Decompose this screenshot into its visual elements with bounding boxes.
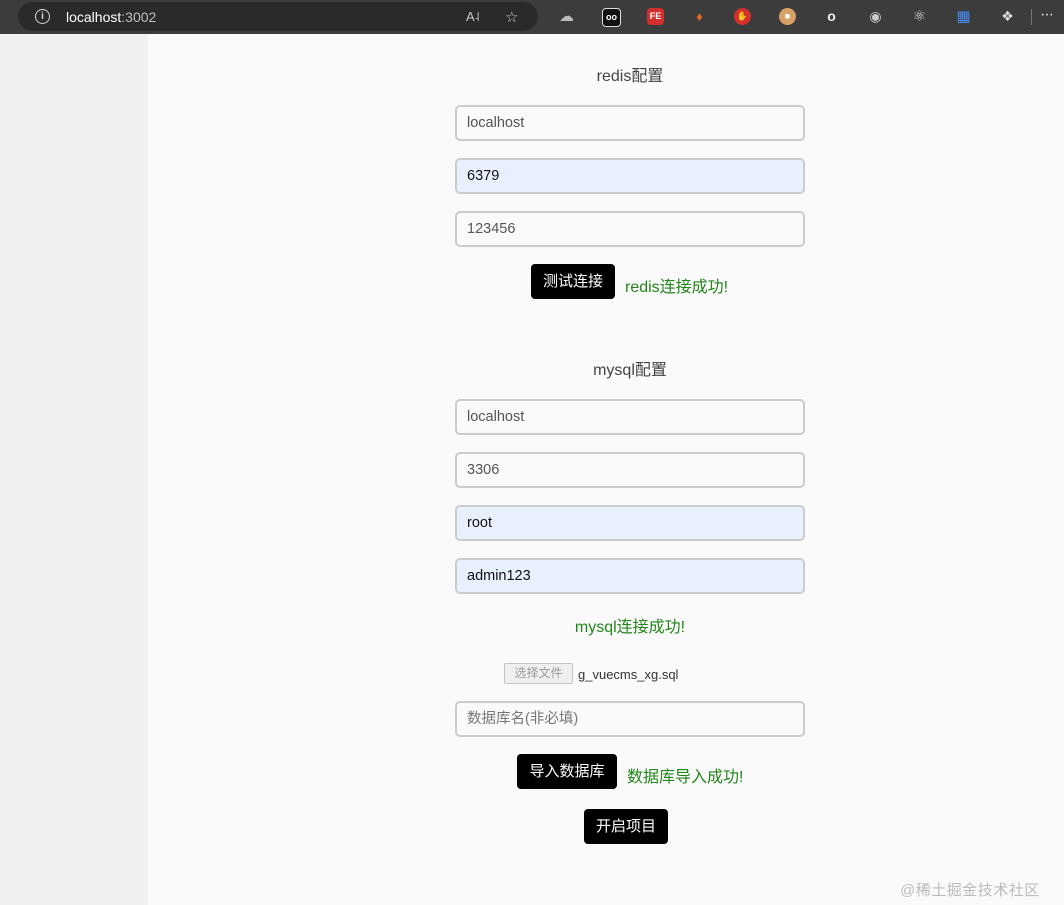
read-aloud-icon[interactable]: A˨ — [466, 9, 480, 24]
redis-status-text: redis连接成功! — [625, 279, 729, 296]
cloud-extension-icon[interactable]: ☁ — [558, 8, 575, 25]
redis-heading: redis配置 — [596, 68, 664, 85]
adblock-extension-icon[interactable]: ✋ — [734, 8, 751, 25]
mysql-user-input[interactable] — [455, 505, 805, 541]
favorite-star-icon[interactable]: ☆ — [505, 8, 518, 26]
tab-extension-icon[interactable]: о — [823, 8, 840, 25]
url-text[interactable]: localhost:3002 — [66, 9, 156, 25]
address-bar[interactable]: i localhost:3002 A˨ ☆ — [18, 2, 538, 31]
choose-file-button[interactable]: 选择文件 — [504, 663, 573, 684]
database-name-input[interactable] — [455, 701, 805, 737]
crop-extension-icon[interactable]: ▦ — [955, 8, 972, 25]
mysql-heading: mysql配置 — [593, 362, 667, 379]
selected-file-name: g_vuecms_xg.sql — [578, 667, 679, 682]
redis-password-input[interactable] — [455, 211, 805, 247]
puzzle-extension-icon[interactable]: ❖ — [999, 8, 1016, 25]
target-extension-icon[interactable]: ◉ — [867, 8, 884, 25]
start-project-button[interactable]: 开启项目 — [584, 809, 668, 844]
test-connection-button[interactable]: 测试连接 — [531, 264, 615, 299]
info-icon[interactable]: i — [35, 9, 50, 24]
toolbar-divider — [1031, 9, 1032, 25]
react-extension-icon[interactable]: ⚛ — [911, 8, 928, 25]
more-icon[interactable]: ··· — [1040, 6, 1054, 24]
mysql-status-text: mysql连接成功! — [574, 619, 686, 636]
fe-extension-icon[interactable]: FE — [647, 8, 664, 25]
note-extension-icon[interactable]: ■ — [779, 8, 796, 25]
redis-port-input[interactable] — [455, 158, 805, 194]
mysql-password-input[interactable] — [455, 558, 805, 594]
import-database-button[interactable]: 导入数据库 — [517, 754, 617, 789]
import-status-text: 数据库导入成功! — [627, 769, 744, 786]
bookmark-extension-icon[interactable]: ♦ — [691, 8, 708, 25]
watermark: @稀土掘金技术社区 — [900, 882, 1040, 899]
mysql-host-input[interactable] — [455, 399, 805, 435]
left-panel — [0, 34, 148, 905]
mysql-port-input[interactable] — [455, 452, 805, 488]
extension-icon[interactable]: oo — [602, 8, 621, 27]
redis-host-input[interactable] — [455, 105, 805, 141]
browser-toolbar: i localhost:3002 A˨ ☆ ☁ oo FE ♦ ✋ ■ о ◉ … — [0, 0, 1064, 34]
